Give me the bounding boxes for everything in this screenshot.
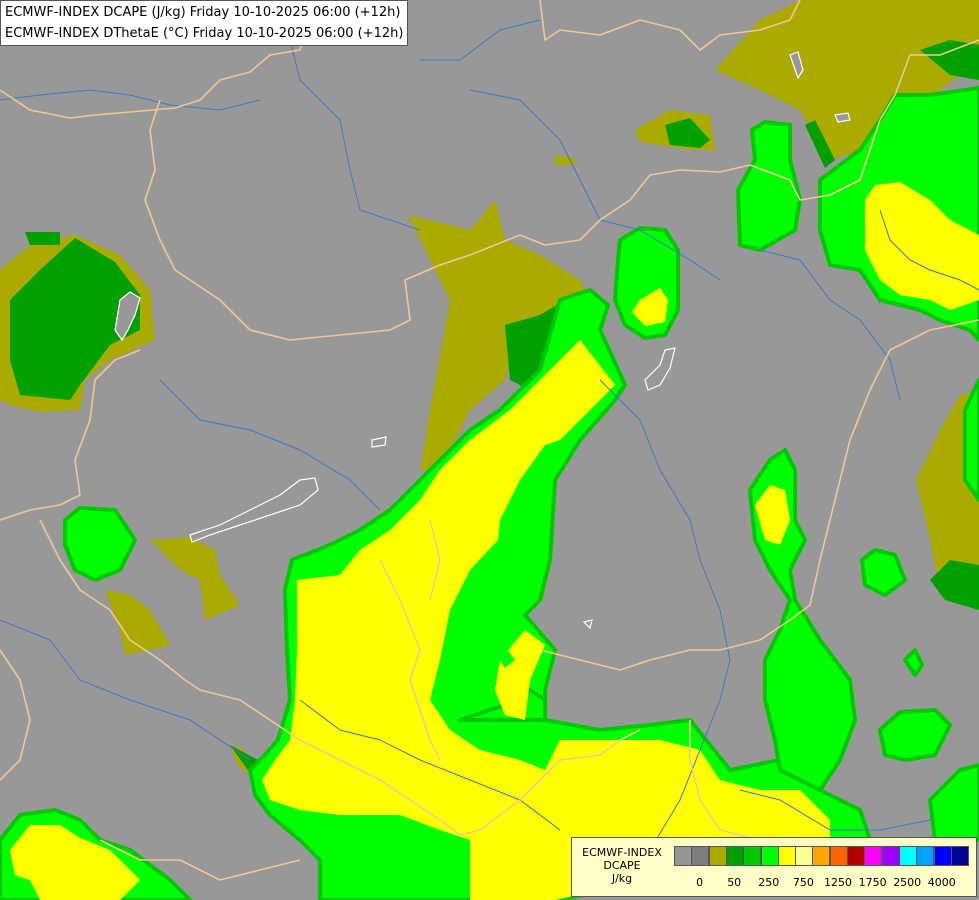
legend-tick-label: 1250 — [824, 876, 852, 889]
legend-swatch — [760, 846, 779, 866]
legend-swatch — [933, 846, 952, 866]
legend-tick-label: 0 — [696, 876, 704, 889]
legend-tick-label: 250 — [758, 876, 780, 889]
legend-swatch — [691, 846, 710, 866]
legend-title-unit: J/kg — [611, 872, 633, 885]
legend-tick-label: 1750 — [858, 876, 887, 889]
legend-swatch — [812, 846, 831, 866]
legend-tick-label: 4000 — [927, 876, 956, 889]
legend-swatch — [795, 846, 814, 866]
map-title-box: ECMWF-INDEX DCAPE (J/kg) Friday 10-10-20… — [0, 0, 409, 46]
legend-tick-label: 50 — [727, 876, 742, 889]
legend-title: ECMWF-INDEX DCAPE J/kg — [576, 846, 668, 885]
legend-tick-label: 2500 — [893, 876, 922, 889]
legend-swatch — [829, 846, 848, 866]
color-legend: ECMWF-INDEX DCAPE J/kg 0 50 250 750 1250 1750… — [571, 837, 977, 897]
weather-map — [0, 0, 979, 900]
legend-swatch — [898, 846, 917, 866]
legend-swatch — [950, 846, 969, 866]
legend-tick-label: 750 — [792, 876, 814, 889]
title-line-dcape: ECMWF-INDEX DCAPE (J/kg) Friday 10-10-20… — [5, 5, 401, 20]
legend-swatch — [881, 846, 900, 866]
legend-swatch — [847, 846, 865, 866]
legend-swatch — [674, 846, 692, 866]
legend-swatch — [708, 846, 727, 866]
legend-swatch — [743, 846, 762, 866]
legend-swatch — [777, 846, 796, 866]
legend-swatch — [916, 846, 935, 866]
legend-swatch — [725, 846, 744, 866]
title-line-dthetae: ECMWF-INDEX DThetaE (°C) Friday 10-10-20… — [5, 26, 404, 41]
legend-title-line2: DCAPE — [603, 859, 641, 872]
legend-swatch — [864, 846, 883, 866]
legend-title-line1: ECMWF-INDEX — [582, 846, 662, 859]
